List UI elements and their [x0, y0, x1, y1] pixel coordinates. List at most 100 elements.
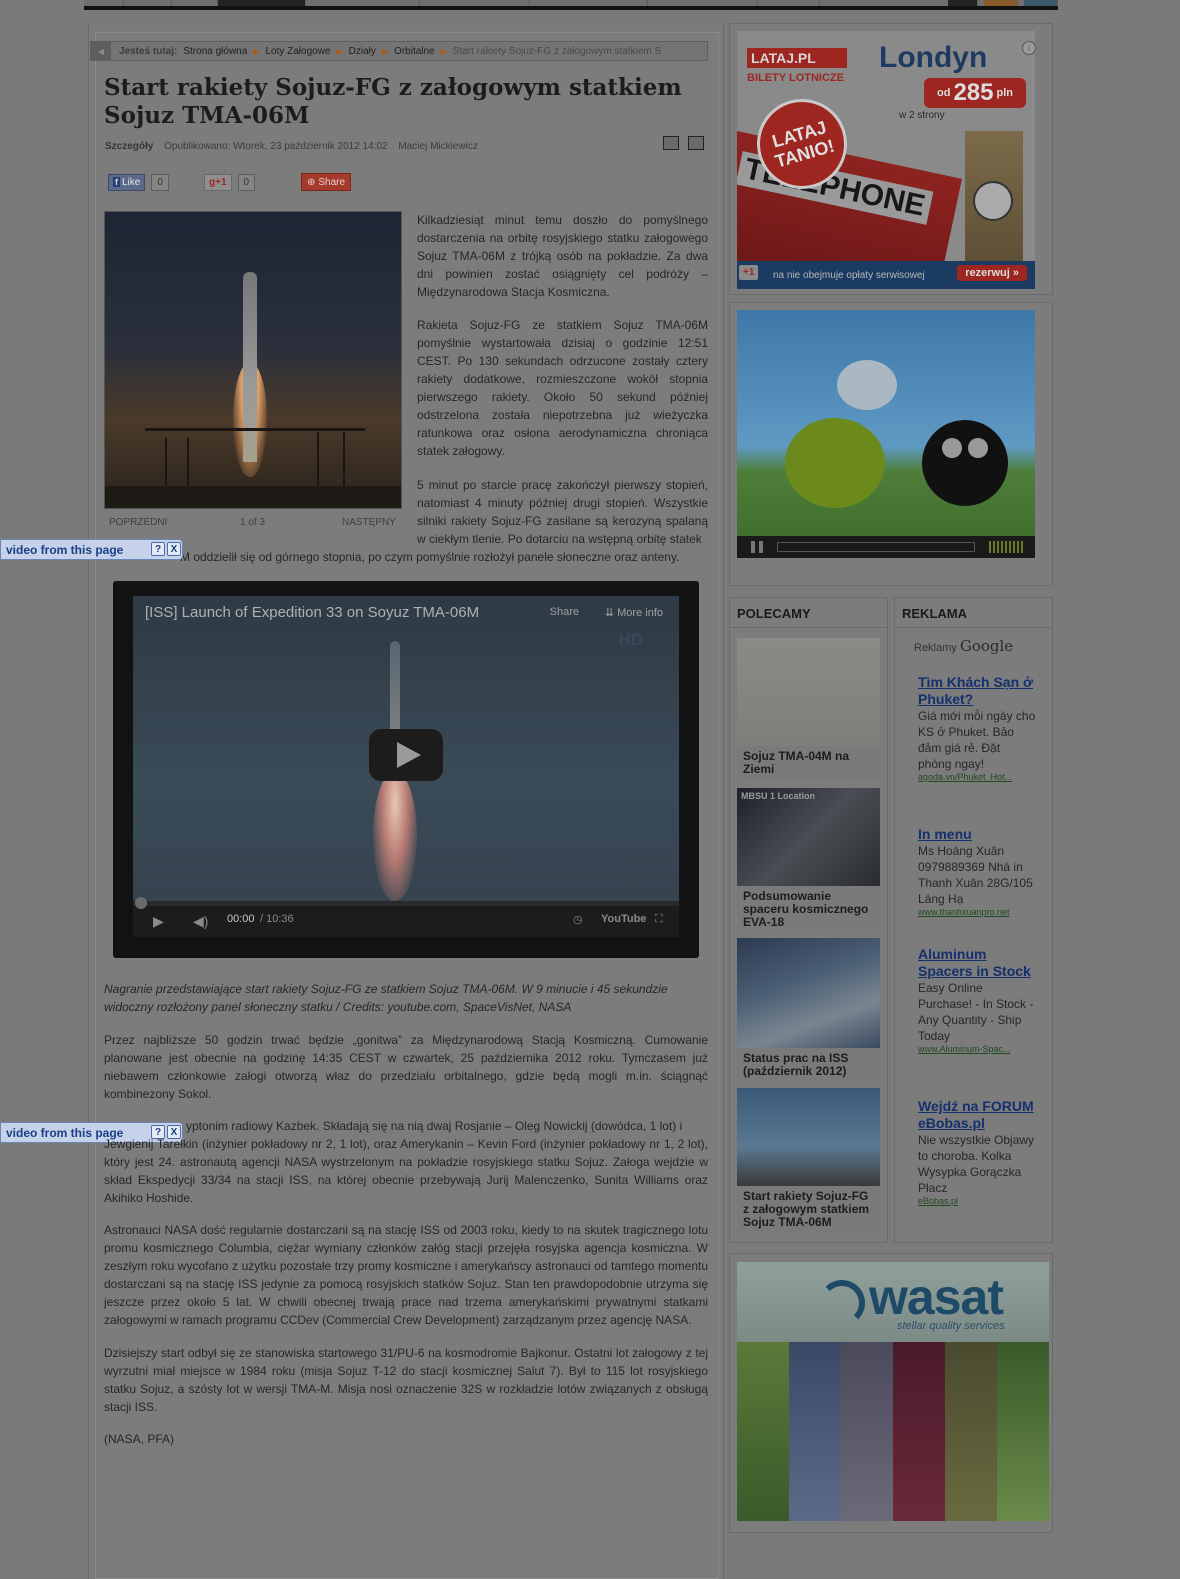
wasat-header: wasat stellar quality services: [737, 1262, 1049, 1344]
google-ad-url[interactable]: www.thanhxuanpro.net: [918, 907, 1036, 917]
nav-icon[interactable]: [948, 0, 978, 6]
video-more-info-button[interactable]: ⇊ More info: [605, 606, 663, 619]
article-paragraph: Kilkadziesiąt minut temu doszło do pomyś…: [417, 213, 708, 299]
google-ad-title[interactable]: Tìm Khách Sạn ở Phuket?: [918, 674, 1036, 708]
ad-player-bar: [737, 536, 1035, 558]
polecamy-item[interactable]: Status prac na ISS (październik 2012): [737, 938, 880, 1082]
divider: [729, 627, 888, 628]
youtube-logo[interactable]: YouTube: [601, 913, 646, 925]
pause-icon[interactable]: [751, 541, 763, 553]
divider: [894, 627, 1053, 628]
breadcrumb-back-icon[interactable]: ◀: [91, 42, 111, 60]
volume-icon[interactable]: ◀): [193, 913, 208, 930]
nav-tab[interactable]: [84, 0, 124, 6]
nav-tab[interactable]: [124, 0, 172, 6]
video-title[interactable]: [ISS] Launch of Expedition 33 on Soyuz T…: [145, 604, 479, 621]
play-icon[interactable]: ▶: [153, 913, 164, 930]
nav-tab[interactable]: [306, 0, 420, 6]
polecamy-item-label[interactable]: Sojuz TMA-04M na Ziemi: [737, 746, 880, 780]
email-icon[interactable]: [688, 136, 704, 150]
chevron-down-icon: ⇊: [604, 607, 618, 619]
top-nav-bar: [84, 0, 1058, 10]
google-plus-button[interactable]: g +1: [204, 173, 232, 191]
breadcrumb-item-home[interactable]: Strona główna: [183, 46, 247, 57]
video-scrubber[interactable]: [133, 897, 679, 909]
google-ad[interactable]: In menu Ms Hoàng Xuân 0979889369 Nhà in …: [918, 826, 1036, 917]
eye-icon: [968, 438, 988, 458]
gallery-image-rocket-launch[interactable]: [104, 211, 402, 509]
google-ad-desc: Giá mới mỗi ngày cho KS ở Phuket. Bảo đả…: [918, 709, 1036, 771]
ad-info-icon[interactable]: i: [1022, 41, 1036, 55]
polecamy-thumb[interactable]: [737, 938, 880, 1048]
nav-tab[interactable]: [420, 0, 530, 6]
video-player[interactable]: [ISS] Launch of Expedition 33 on Soyuz T…: [113, 581, 699, 958]
breadcrumb-separator-icon: ▶: [440, 46, 447, 56]
video-notice[interactable]: video from this page ? X: [0, 539, 183, 560]
fullscreen-icon[interactable]: ⛶: [655, 913, 663, 926]
rezerwuj-button[interactable]: rezerwuj »: [957, 265, 1027, 281]
volume-icon[interactable]: [989, 541, 1025, 553]
breadcrumb-separator-icon: ▶: [336, 46, 343, 56]
google-ad[interactable]: Wejdź na FORUM eBobas.pl Nie wszystkie O…: [918, 1098, 1036, 1206]
article-paragraph: 5 minut po starcie pracę zakończył pierw…: [417, 478, 708, 546]
video-more-label: More info: [617, 607, 663, 619]
facebook-like-button[interactable]: f Like: [108, 173, 146, 191]
article-paragraph: Dzisiejszy start odbył się ze stanowiska…: [104, 1346, 708, 1414]
video-flame: [373, 771, 417, 901]
close-icon[interactable]: X: [167, 542, 181, 556]
satellite-strip: [841, 1342, 893, 1521]
gallery-next-button[interactable]: NASTĘPNY: [342, 517, 396, 528]
video-screen[interactable]: [ISS] Launch of Expedition 33 on Soyuz T…: [133, 596, 679, 901]
wasat-logo: wasat: [869, 1269, 1004, 1325]
share-button[interactable]: ⊕ Share: [301, 173, 352, 191]
facebook-icon: f: [113, 177, 120, 187]
watch-later-icon[interactable]: ◷: [573, 913, 583, 926]
polecamy-thumb[interactable]: [737, 638, 880, 746]
google-ads-label[interactable]: Reklamy Google: [914, 637, 1013, 655]
google-ad[interactable]: Tìm Khách Sạn ở Phuket? Giá mới mỗi ngày…: [918, 674, 1036, 782]
author-name: Maciej Mickiewicz: [398, 141, 478, 152]
nav-icon[interactable]: [1024, 0, 1058, 6]
gplus-count: 0: [237, 173, 256, 191]
breadcrumb-item-dzialy[interactable]: Działy: [349, 46, 376, 57]
nav-tab-active[interactable]: [218, 0, 306, 6]
nav-icon[interactable]: [984, 0, 1018, 6]
google-ad-url[interactable]: www.Aluminum-Spac...: [918, 1044, 1036, 1054]
nav-tab[interactable]: [530, 0, 648, 6]
ad-wasat-banner[interactable]: wasat stellar quality services: [737, 1262, 1049, 1521]
ad-progress-track[interactable]: [777, 542, 975, 552]
satellite-strip: [893, 1342, 945, 1521]
google-ad-url[interactable]: agoda.vn/Phuket_Hot...: [918, 772, 1036, 782]
polecamy-item[interactable]: Sojuz TMA-04M na Ziemi: [737, 638, 880, 780]
polecamy-item[interactable]: MBSU 1 Location Podsumowanie spaceru kos…: [737, 788, 880, 933]
help-icon[interactable]: ?: [151, 542, 165, 556]
like-label: Like: [122, 176, 141, 188]
ad-gplus-button[interactable]: +1: [739, 265, 759, 280]
scrubber-knob[interactable]: [135, 897, 147, 909]
breadcrumb-item-loty[interactable]: Loty Załogowe: [265, 46, 330, 57]
google-ad-title[interactable]: Aluminum Spacers in Stock: [918, 946, 1036, 980]
ad-animation[interactable]: [737, 310, 1035, 558]
polecamy-item-label[interactable]: Status prac na ISS (październik 2012): [737, 1048, 880, 1082]
google-ad-title[interactable]: Wejdź na FORUM eBobas.pl: [918, 1098, 1036, 1132]
video-share-button[interactable]: Share: [550, 606, 579, 618]
polecamy-item[interactable]: Start rakiety Sojuz-FG z załogowym statk…: [737, 1088, 880, 1233]
nav-tab[interactable]: [172, 0, 218, 6]
play-button-large[interactable]: [369, 729, 443, 781]
polecamy-thumb[interactable]: MBSU 1 Location: [737, 788, 880, 886]
ad-strony: w 2 strony: [899, 110, 945, 121]
breadcrumb-item-orbitalne[interactable]: Orbitalne: [394, 46, 435, 57]
gallery-prev-button[interactable]: POPRZEDNI: [109, 517, 167, 528]
article-paragraph: Przez najbliższe 50 godzin trwać będzie …: [104, 1033, 708, 1101]
nav-tab[interactable]: [648, 0, 758, 6]
ad-lataj-banner[interactable]: TELEPHONE LATAJ.PL BILETY LOTNICZE Londy…: [737, 31, 1035, 289]
google-ad[interactable]: Aluminum Spacers in Stock Easy Online Pu…: [918, 946, 1036, 1054]
satellite-strip: [789, 1342, 841, 1521]
google-ad-url[interactable]: eBobas.pl: [918, 1196, 1036, 1206]
polecamy-thumb[interactable]: [737, 1088, 880, 1186]
google-ad-title[interactable]: In menu: [918, 826, 1036, 843]
nav-tab[interactable]: [758, 0, 820, 6]
polecamy-item-label[interactable]: Start rakiety Sojuz-FG z załogowym statk…: [737, 1186, 880, 1233]
polecamy-item-label[interactable]: Podsumowanie spaceru kosmicznego EVA-18: [737, 886, 880, 933]
print-icon[interactable]: [663, 136, 679, 150]
